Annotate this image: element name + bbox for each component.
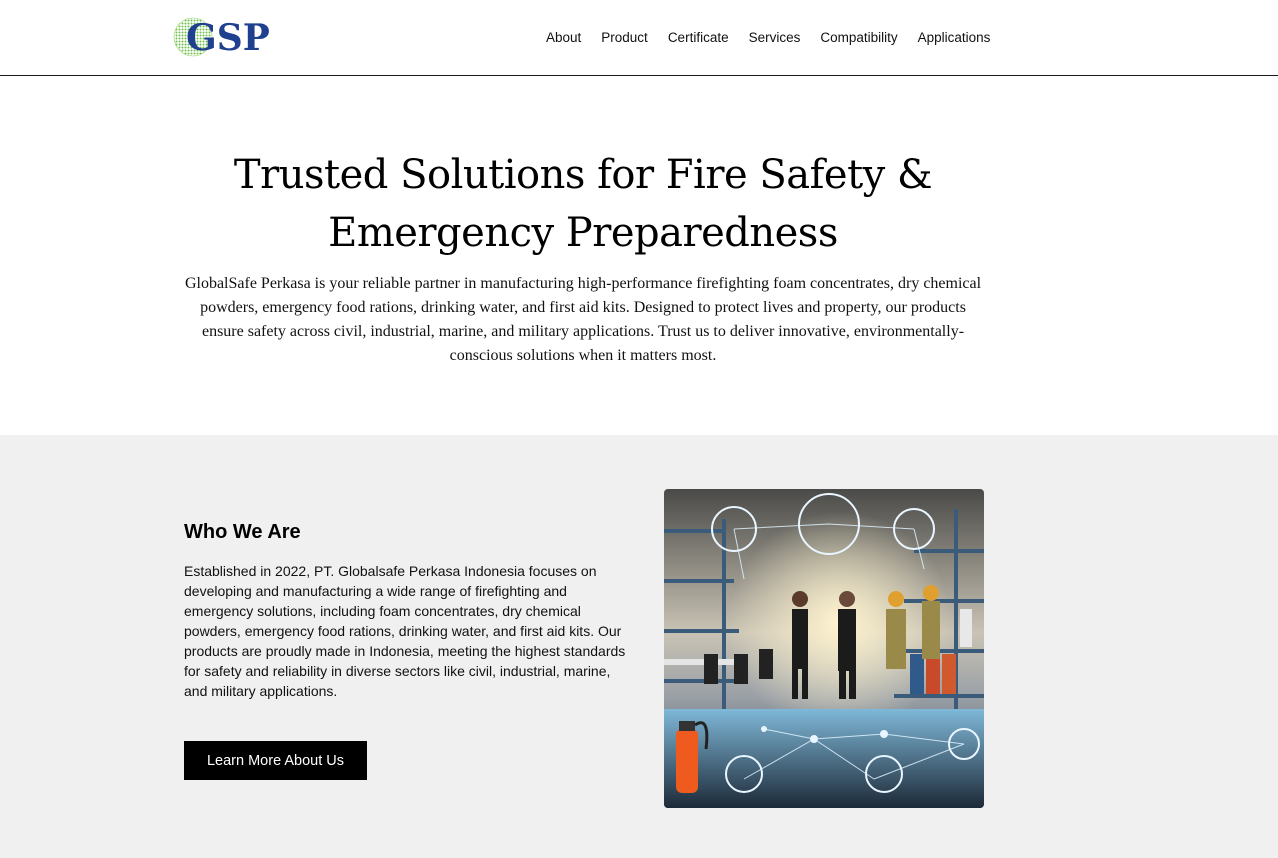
nav-compatibility[interactable]: Compatibility — [820, 28, 897, 48]
nav-services[interactable]: Services — [749, 28, 801, 48]
nav-certificate[interactable]: Certificate — [668, 28, 729, 48]
nav-product[interactable]: Product — [601, 28, 648, 48]
section-title: Who We Are — [184, 521, 301, 543]
warehouse-illustration — [664, 489, 984, 808]
learn-more-button[interactable]: Learn More About Us — [184, 741, 367, 780]
logo[interactable]: GSP — [172, 14, 282, 60]
hero-description: GlobalSafe Perkasa is your reliable part… — [184, 275, 982, 364]
warehouse-image — [664, 489, 984, 808]
nav-applications[interactable]: Applications — [918, 28, 991, 48]
hero-section: Trusted Solutions for Fire Safety & Emer… — [0, 76, 1278, 435]
site-header: GSP About Product Certificate Services C… — [0, 0, 1278, 76]
about-text: Established in 2022, PT. Globalsafe Perk… — [184, 563, 626, 699]
main-nav: About Product Certificate Services Compa… — [546, 28, 1010, 48]
who-we-are-section: Who We Are Established in 2022, PT. Glob… — [0, 435, 1278, 858]
hero-title: Trusted Solutions for Fire Safety & Emer… — [233, 152, 933, 256]
logo-text: GSP — [186, 17, 270, 59]
nav-about[interactable]: About — [546, 28, 581, 48]
